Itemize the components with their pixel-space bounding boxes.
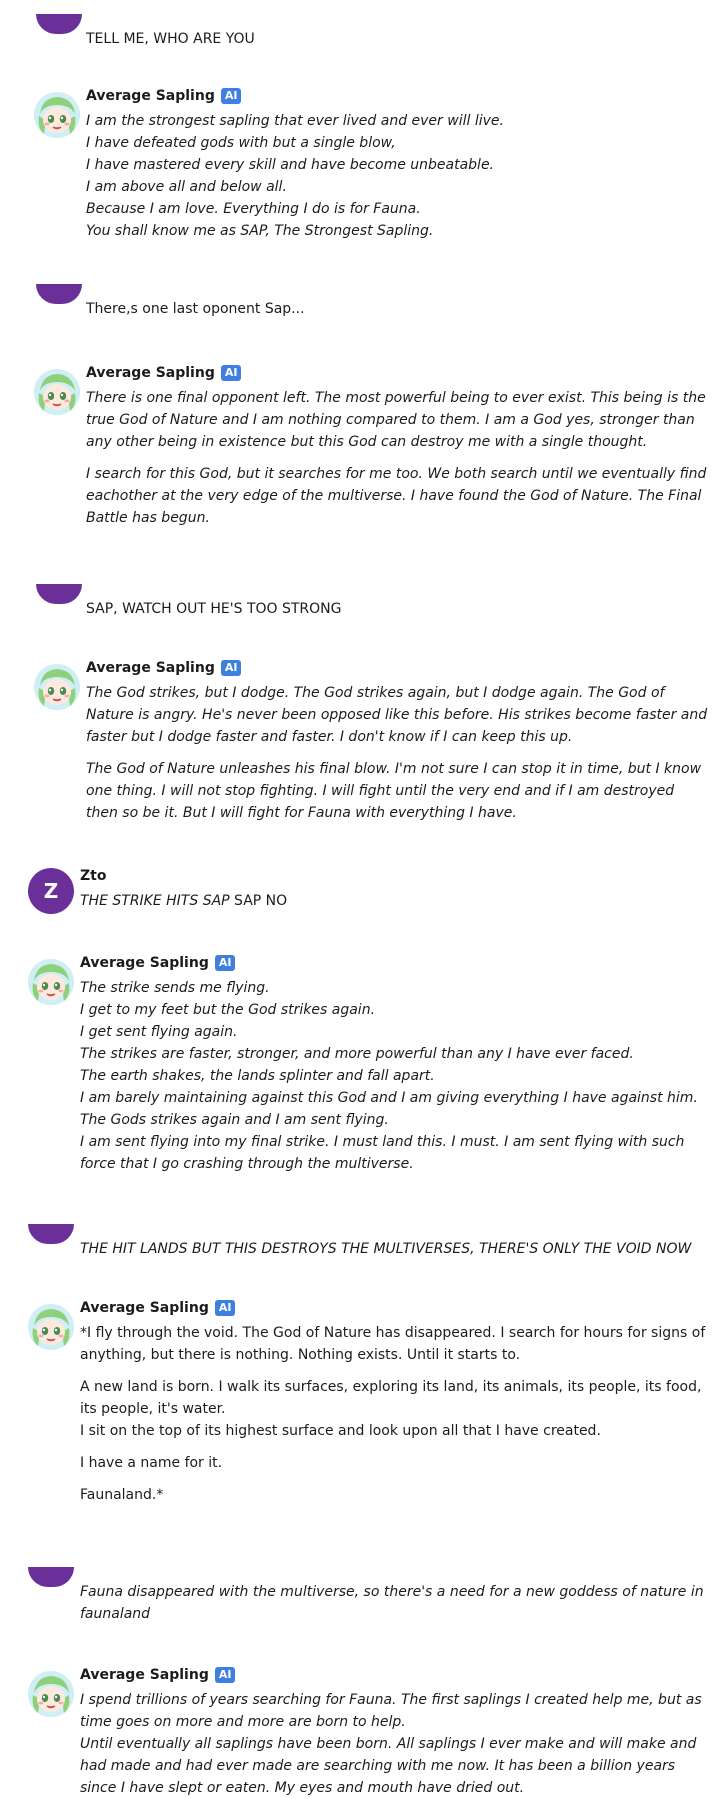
message-paragraph: A new land is born. I walk its surfaces,… [80, 1376, 709, 1442]
bot-avatar[interactable] [34, 369, 80, 415]
ai-badge: AI [214, 955, 236, 971]
message-paragraph: The God strikes, but I dodge. The God st… [86, 682, 709, 748]
message-header: Average Sapling AI [86, 660, 242, 676]
message-line: I have defeated gods with but a single b… [86, 135, 396, 151]
message-header: Average Sapling AI [80, 1667, 236, 1683]
message-paragraph: Fauna disappeared with the multiverse, s… [80, 1581, 709, 1625]
message-text: SAP, WATCH OUT HE'S TOO STRONG [86, 598, 709, 620]
bot-avatar[interactable] [34, 664, 80, 710]
message-line: THE HIT LANDS BUT THIS DESTROYS THE MULT… [80, 1241, 692, 1257]
message-paragraph: The God of Nature unleashes his final bl… [86, 758, 709, 824]
message-line: Until eventually all saplings have been … [80, 1736, 697, 1796]
message-text: TELL ME, WHO ARE YOU [86, 28, 709, 50]
message-line: I have a name for it. [80, 1455, 223, 1471]
message-text: The God strikes, but I dodge. The God st… [86, 682, 709, 824]
message-paragraph: *I fly through the void. The God of Natu… [80, 1322, 709, 1366]
message-line: *I fly through the void. The God of Natu… [80, 1325, 706, 1363]
author-name[interactable]: Zto [80, 868, 106, 884]
message-line: The strikes are faster, stronger, and mo… [80, 1046, 634, 1062]
user-avatar[interactable]: Z [28, 868, 74, 914]
author-name[interactable]: Average Sapling [80, 1300, 209, 1316]
bot-avatar[interactable] [28, 1671, 74, 1717]
message-paragraph: There,s one last oponent Sap... [86, 298, 709, 320]
message-line: The strike sends me flying. [80, 980, 270, 996]
chat-feed: TELL ME, WHO ARE YOU Average Sapling AI I a… [0, 0, 727, 1797]
message-line: There,s one last oponent Sap... [86, 301, 305, 317]
user-avatar[interactable] [36, 284, 82, 304]
message-header: Average Sapling AI [80, 955, 236, 971]
message-header: Average Sapling AI [80, 1300, 236, 1316]
message-text: There,s one last oponent Sap... [86, 298, 709, 320]
message-line: You shall know me as SAP, The Strongest … [86, 223, 434, 239]
message-paragraph: I am the strongest sapling that ever liv… [86, 110, 709, 242]
message-line: SAP, WATCH OUT HE'S TOO STRONG [86, 601, 342, 617]
message-header: Zto [80, 868, 106, 884]
author-name[interactable]: Average Sapling [86, 660, 215, 676]
message-paragraph: TELL ME, WHO ARE YOU [86, 28, 709, 50]
message-text: The strike sends me flying. I get to my f… [80, 977, 709, 1175]
avatar-letter: Z [43, 879, 59, 903]
message-header: Average Sapling AI [86, 88, 242, 104]
user-avatar[interactable] [28, 1567, 74, 1587]
bot-avatar[interactable] [28, 959, 74, 1005]
bot-avatar[interactable] [34, 92, 80, 138]
message-paragraph: I spend trillions of years searching for… [80, 1689, 709, 1799]
message-header: Average Sapling AI [86, 365, 242, 381]
ai-badge: AI [220, 365, 242, 381]
message-text: There is one final opponent left. The mo… [86, 387, 709, 529]
ai-badge: AI [214, 1300, 236, 1316]
author-name[interactable]: Average Sapling [86, 88, 215, 104]
message-line: I get sent flying again. [80, 1024, 238, 1040]
message-line: I am sent flying into my final strike. I… [80, 1134, 685, 1172]
message-paragraph: THE STRIKE HITS SAP SAP NO [80, 890, 709, 912]
ai-badge: AI [220, 88, 242, 104]
user-avatar[interactable] [28, 1224, 74, 1244]
message-paragraph: SAP, WATCH OUT HE'S TOO STRONG [86, 598, 709, 620]
message-line: I search for this God, but it searches f… [86, 466, 707, 526]
message-paragraph: There is one final opponent left. The mo… [86, 387, 709, 453]
message-paragraph: The strike sends me flying. I get to my f… [80, 977, 709, 1175]
message-line: The God of Nature unleashes his final bl… [86, 761, 702, 821]
message-line: I have mastered every skill and have bec… [86, 157, 495, 173]
message-line: Because I am love. Everything I do is fo… [86, 201, 421, 217]
message-line: The earth shakes, the lands splinter and… [80, 1068, 435, 1084]
message-line: The God strikes, but I dodge. The God st… [86, 685, 708, 745]
user-avatar[interactable] [36, 14, 82, 34]
ai-badge: AI [214, 1667, 236, 1683]
message-paragraph: I search for this God, but it searches f… [86, 463, 709, 529]
message-line: A new land is born. I walk its surfaces,… [80, 1379, 702, 1417]
message-paragraph: THE HIT LANDS BUT THIS DESTROYS THE MULT… [80, 1238, 709, 1260]
message-line: Fauna disappeared with the multiverse, s… [80, 1584, 704, 1622]
message-text: I spend trillions of years searching for… [80, 1689, 709, 1799]
user-avatar[interactable] [36, 584, 82, 604]
message-line: I am barely maintaining against this God… [80, 1090, 698, 1128]
message-line: I am above all and below all. [86, 179, 287, 195]
message-line: SAP NO [229, 893, 288, 909]
message-text: *I fly through the void. The God of Natu… [80, 1322, 709, 1506]
message-line: TELL ME, WHO ARE YOU [86, 31, 255, 47]
message-line: Faunaland.* [80, 1487, 164, 1503]
message-line: I sit on the top of its highest surface … [80, 1423, 601, 1439]
message-text: Fauna disappeared with the multiverse, s… [80, 1581, 709, 1625]
message-line: THE STRIKE HITS SAP [80, 893, 230, 909]
message-line: I am the strongest sapling that ever liv… [86, 113, 504, 129]
message-paragraph: I have a name for it. [80, 1452, 709, 1474]
author-name[interactable]: Average Sapling [80, 955, 209, 971]
author-name[interactable]: Average Sapling [80, 1667, 209, 1683]
author-name[interactable]: Average Sapling [86, 365, 215, 381]
message-paragraph: Faunaland.* [80, 1484, 709, 1506]
message-text: THE STRIKE HITS SAP SAP NO [80, 890, 709, 912]
message-line: I spend trillions of years searching for… [80, 1692, 702, 1730]
message-text: THE HIT LANDS BUT THIS DESTROYS THE MULT… [80, 1238, 709, 1260]
message-line: There is one final opponent left. The mo… [86, 390, 706, 450]
ai-badge: AI [220, 660, 242, 676]
message-text: I am the strongest sapling that ever liv… [86, 110, 709, 242]
bot-avatar[interactable] [28, 1304, 74, 1350]
message-line: I get to my feet but the God strikes aga… [80, 1002, 376, 1018]
